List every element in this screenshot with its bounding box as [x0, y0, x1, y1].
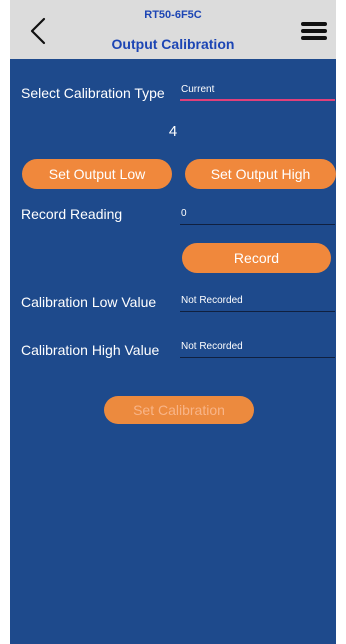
page-title: Output Calibration — [111, 36, 235, 52]
record-reading-label: Record Reading — [21, 206, 123, 222]
calibration-low-label: Calibration Low Value — [21, 294, 157, 310]
set-output-high-button[interactable]: Set Output High — [185, 159, 336, 189]
hamburger-menu-icon — [301, 22, 327, 26]
app-header: RT50-6F5C Output Calibration — [10, 0, 336, 59]
record-reading-input[interactable]: 0 — [180, 205, 335, 225]
menu-button[interactable] — [301, 22, 327, 42]
calibration-type-label: Select Calibration Type — [21, 85, 165, 101]
calibration-high-value: Not Recorded — [180, 338, 335, 358]
calibration-low-value: Not Recorded — [180, 292, 335, 312]
record-button[interactable]: Record — [182, 243, 331, 273]
calibration-type-select[interactable]: Current — [180, 81, 335, 101]
set-calibration-button[interactable]: Set Calibration — [104, 396, 254, 424]
calibration-high-label: Calibration High Value — [21, 342, 160, 358]
device-name: RT50-6F5C — [144, 9, 202, 21]
app-screen: RT50-6F5C Output Calibration Select Cali… — [0, 0, 346, 644]
set-output-low-button[interactable]: Set Output Low — [22, 159, 172, 189]
calibration-step-value: 4 — [168, 123, 178, 140]
calibration-panel: Select Calibration Type Current 4 Set Ou… — [10, 59, 336, 644]
